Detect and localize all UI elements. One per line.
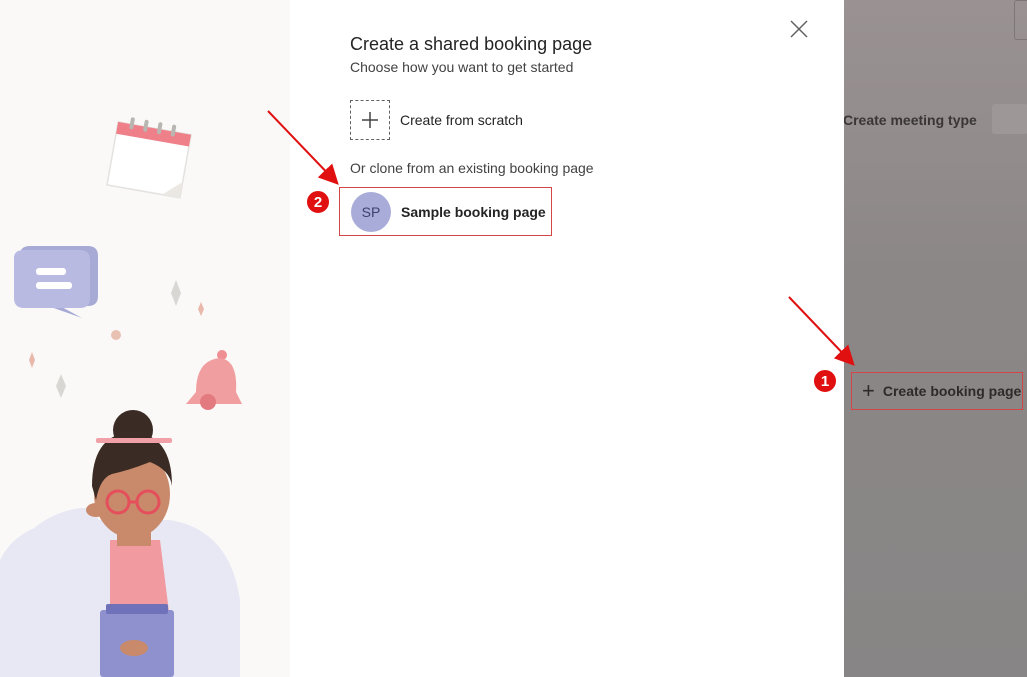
create-booking-page-dialog: Create a shared booking page Choose how … — [290, 0, 844, 677]
plus-icon — [350, 100, 390, 140]
step-marker-2: 2 — [305, 189, 331, 215]
illustration-panel — [0, 0, 290, 677]
background-panel-edge — [1014, 0, 1027, 40]
avatar: SP — [351, 191, 391, 232]
create-from-scratch-option[interactable]: Create from scratch — [350, 100, 523, 140]
sample-booking-page-option[interactable]: SP Sample booking page — [339, 187, 552, 236]
close-icon — [790, 20, 808, 38]
dialog-subtitle: Choose how you want to get started — [350, 59, 574, 75]
background-overlay — [844, 0, 1027, 677]
create-booking-page-label: Create booking page — [882, 383, 1022, 399]
clone-section-label: Or clone from an existing booking page — [350, 160, 594, 176]
step-marker-1: 1 — [812, 368, 838, 394]
create-from-scratch-label: Create from scratch — [400, 112, 523, 128]
woman-illustration — [0, 117, 242, 677]
create-booking-page-button[interactable]: + Create booking page — [851, 372, 1023, 410]
create-meeting-type-button[interactable]: Create meeting type — [843, 112, 977, 128]
dialog-title: Create a shared booking page — [350, 34, 593, 54]
share-icon[interactable] — [992, 104, 1027, 134]
sample-booking-page-label: Sample booking page — [401, 203, 546, 220]
close-button[interactable] — [787, 17, 811, 41]
plus-icon: + — [862, 378, 875, 403]
